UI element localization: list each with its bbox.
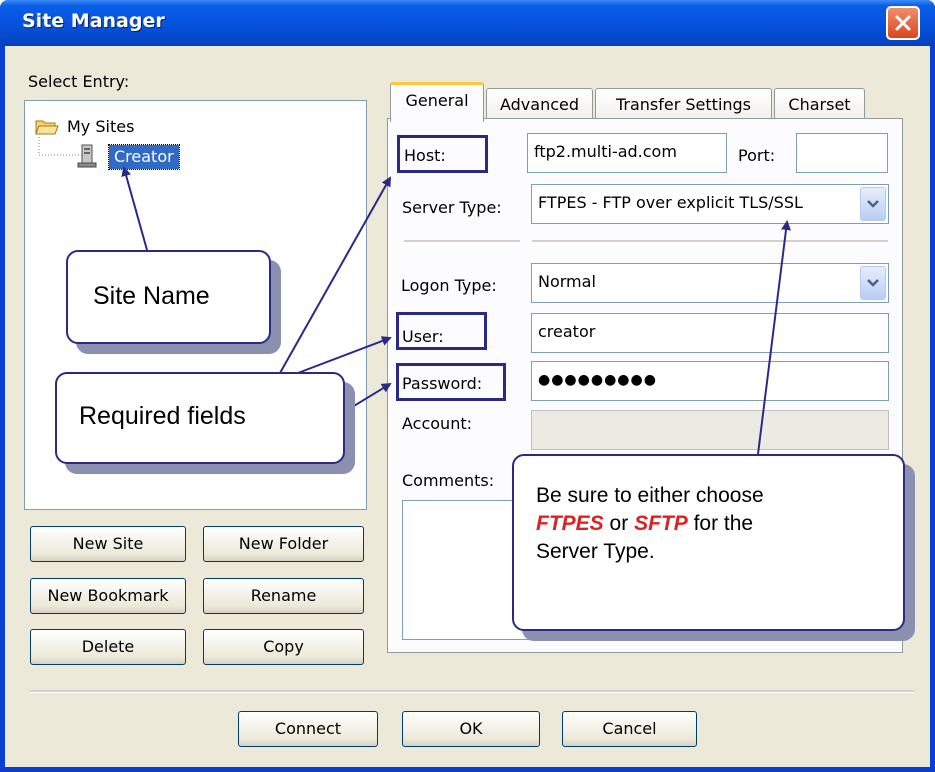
callout-site-name: Site Name	[66, 250, 271, 344]
note-or: or	[609, 512, 629, 535]
note-sftp: SFTP	[634, 512, 688, 535]
note-ftpes: FTPES	[536, 512, 604, 535]
tab-general[interactable]: General	[390, 82, 484, 122]
note-line-3: Server Type.	[536, 540, 655, 563]
callout-required-fields: Required fields	[55, 372, 345, 464]
note-for-the: for the	[693, 512, 754, 535]
callout-server-type-text: Be sure to either choose FTPES or SFTP f…	[536, 482, 764, 566]
callout-server-type-note: Be sure to either choose FTPES or SFTP f…	[512, 454, 905, 631]
note-line-2: FTPES or SFTP for the	[536, 510, 764, 538]
callout-site-name-text: Site Name	[93, 282, 210, 310]
note-line-1: Be sure to either choose	[536, 484, 764, 507]
callout-required-fields-text: Required fields	[79, 402, 246, 430]
